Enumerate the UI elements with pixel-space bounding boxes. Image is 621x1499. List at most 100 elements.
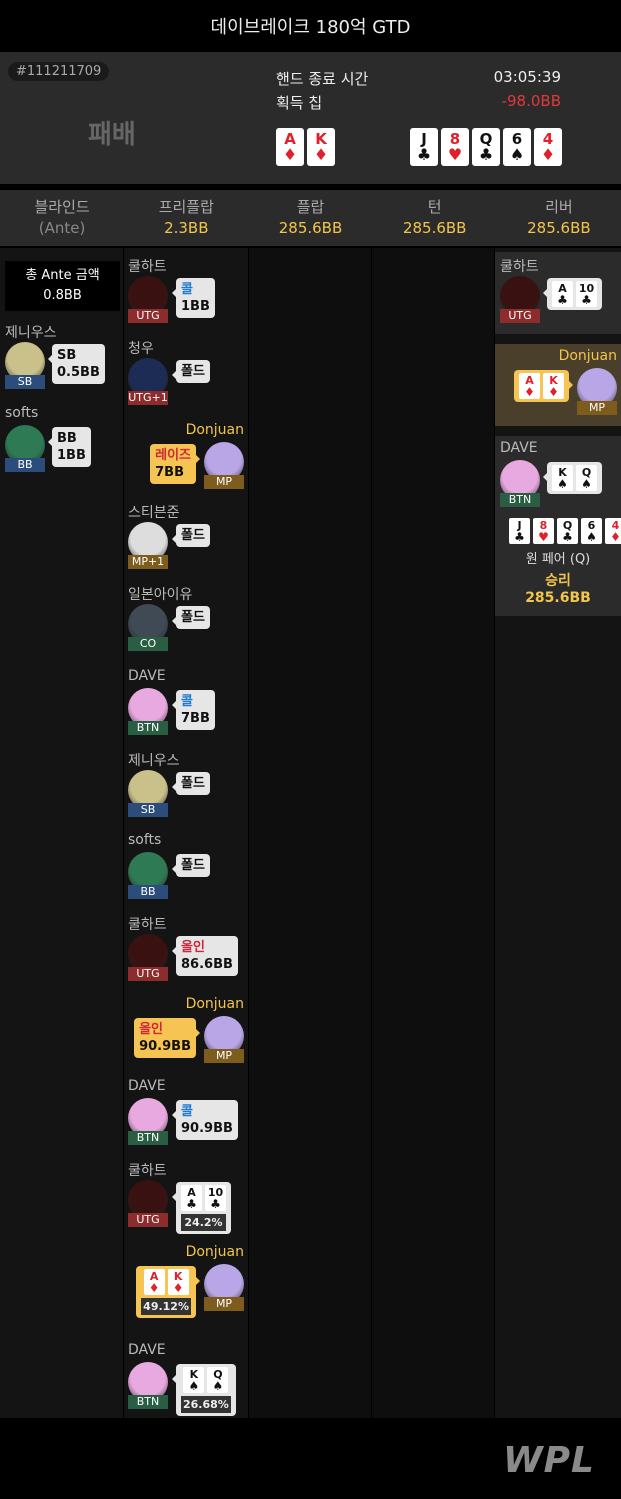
action-amount: 0.5BB [57, 365, 100, 380]
playing-card: A ♦ [519, 373, 540, 399]
winner-result: 승리 [545, 573, 571, 589]
action-label: 폴드 [181, 776, 205, 791]
action-amount: 7BB [181, 711, 210, 726]
street-pot: 285.6BB [402, 219, 467, 237]
shown-cards: A ♦ K ♦ [519, 373, 564, 399]
action-label: 콜 [181, 282, 193, 297]
action-bubble: 콜 7BB [172, 690, 215, 730]
street-1[interactable]: 프리플랍 2.3BB [124, 190, 248, 246]
card-suit-icon: ♠ [586, 529, 597, 544]
action-amount: 1BB [57, 448, 86, 463]
playing-card: 10 ♣ [205, 1185, 226, 1211]
preflop-entry: DAVE BTN 콜 90.9BB [124, 1076, 248, 1154]
position-badge: BTN [128, 721, 168, 735]
card-suit-icon: ♦ [148, 1280, 160, 1295]
shown-cards-bubble: A ♣ 10 ♣ [543, 278, 602, 310]
card-rank: A [525, 373, 534, 387]
card-suit-icon: ♣ [514, 529, 525, 544]
position-badge: BTN [128, 1395, 168, 1409]
card-rank: 8 [539, 518, 548, 532]
playing-card: Q ♣ [557, 518, 578, 544]
street-name: 턴 [427, 198, 442, 216]
action-row: 폴드 [181, 775, 205, 792]
player-name: softs [5, 405, 39, 421]
street-name: 리버 [545, 198, 573, 216]
action-amount: 90.9BB [139, 1039, 191, 1054]
shown-cards-bubble: A ♦ K ♦ [514, 370, 573, 402]
card-rank: 10 [207, 1185, 224, 1199]
card-suit-icon: ♠ [212, 1378, 224, 1393]
player-name: 쿨하트 [128, 259, 167, 275]
card-suit-icon: ♦ [548, 384, 559, 399]
position-badge: BB [128, 885, 168, 899]
player-name: 일본아이유 [128, 587, 193, 603]
playing-card: 6 ♠ [503, 128, 531, 166]
street-4[interactable]: 리버 285.6BB [497, 190, 621, 246]
player-name: 쿨하트 [128, 1163, 167, 1179]
card-rank: 10 [578, 281, 595, 295]
action-row: 폴드 [181, 857, 205, 874]
column-blinds: 총 Ante 금액 0.8BB 제니우스 SB SB 0.5BB softs BB BB 1B… [0, 248, 123, 1418]
action-label: 폴드 [181, 364, 205, 379]
street-pot: 285.6BB [278, 219, 343, 237]
card-rank: 4 [611, 518, 620, 532]
playing-card: 4 ♦ [605, 518, 621, 544]
playing-card: K ♦ [543, 373, 564, 399]
action-bubble: 콜 90.9BB [172, 1100, 238, 1140]
shown-cards: A ♣ 10 ♣ [552, 281, 597, 307]
card-suit-icon: ♦ [540, 144, 556, 164]
street-3[interactable]: 턴 285.6BB [373, 190, 497, 246]
action-bubble: A ♦ K ♦ 49.12% [136, 1266, 200, 1318]
action-row: 폴드 [181, 363, 205, 380]
card-suit-icon: ♦ [172, 1280, 184, 1295]
card-suit-icon: ♣ [186, 1196, 197, 1211]
street-2[interactable]: 플랍 285.6BB [248, 190, 372, 246]
position-badge: BB [5, 458, 45, 472]
player-name: DAVE [128, 1342, 166, 1358]
player-name: DAVE [500, 440, 538, 456]
action-row: 올인 [181, 939, 233, 956]
position-badge: SB [5, 375, 45, 389]
action-bubble: K ♠ Q ♠ 26.68% [172, 1364, 236, 1416]
action-columns: 총 Ante 금액 0.8BB 제니우스 SB SB 0.5BB softs BB BB 1B… [0, 248, 621, 1418]
action-row: 올인 [139, 1021, 191, 1038]
end-time-label: 핸드 종료 시간 [276, 70, 369, 88]
preflop-entry: 쿨하트 UTG 올인 86.6BB [124, 912, 248, 990]
player-name: 쿨하트 [128, 917, 167, 933]
blind-entry: softs BB BB 1BB [0, 403, 124, 481]
playing-card: Q ♠ [576, 465, 597, 491]
action-bubble: 폴드 [172, 606, 210, 629]
playing-card: J ♣ [410, 128, 438, 166]
preflop-entry: 스티븐준 MP+1 폴드 [124, 500, 248, 578]
street-pot: 2.3BB [164, 219, 209, 237]
winner-amount: 285.6BB [525, 590, 591, 606]
ante-label: 총 Ante 금액 [25, 268, 100, 283]
playing-card: Q ♣ [472, 128, 500, 166]
action-row: 레이즈 [155, 447, 191, 464]
player-name: 청우 [128, 341, 154, 357]
card-rank: A [149, 1269, 159, 1283]
hand-result: 패배 [88, 120, 136, 150]
equity-value: 24.2% [181, 1214, 226, 1231]
preflop-entry: 쿨하트 UTG 콜 1BB [124, 254, 248, 332]
page-title: 데이브레이크 180억 GTD [210, 17, 411, 38]
end-time-value: 03:05:39 [493, 68, 561, 86]
equity-value: 26.68% [181, 1396, 231, 1413]
hole-cards: A ♦ K ♦ [276, 128, 335, 166]
card-suit-icon: ♦ [524, 384, 535, 399]
action-bubble: 폴드 [172, 360, 210, 383]
preflop-entry: softs BB 폴드 [124, 830, 248, 908]
player-name: Donjuan [185, 996, 244, 1012]
position-badge: UTG [500, 309, 540, 323]
action-bubble: 올인 86.6BB [172, 936, 238, 976]
chips-value: -98.0BB [501, 92, 561, 110]
street-0[interactable]: 블라인드 (Ante) [0, 190, 124, 246]
card-rank: K [549, 373, 558, 387]
column-flop [249, 248, 371, 1418]
shown-cards: A ♦ K ♦ [141, 1269, 191, 1295]
winner-hand: 원 페어 (Q) [525, 552, 591, 567]
position-badge: SB [128, 803, 168, 817]
playing-card: A ♣ [181, 1185, 202, 1211]
preflop-entry: Donjuan MP A ♦ K ♦ 49.12% [124, 1242, 248, 1320]
card-suit-icon: ♦ [313, 144, 329, 164]
